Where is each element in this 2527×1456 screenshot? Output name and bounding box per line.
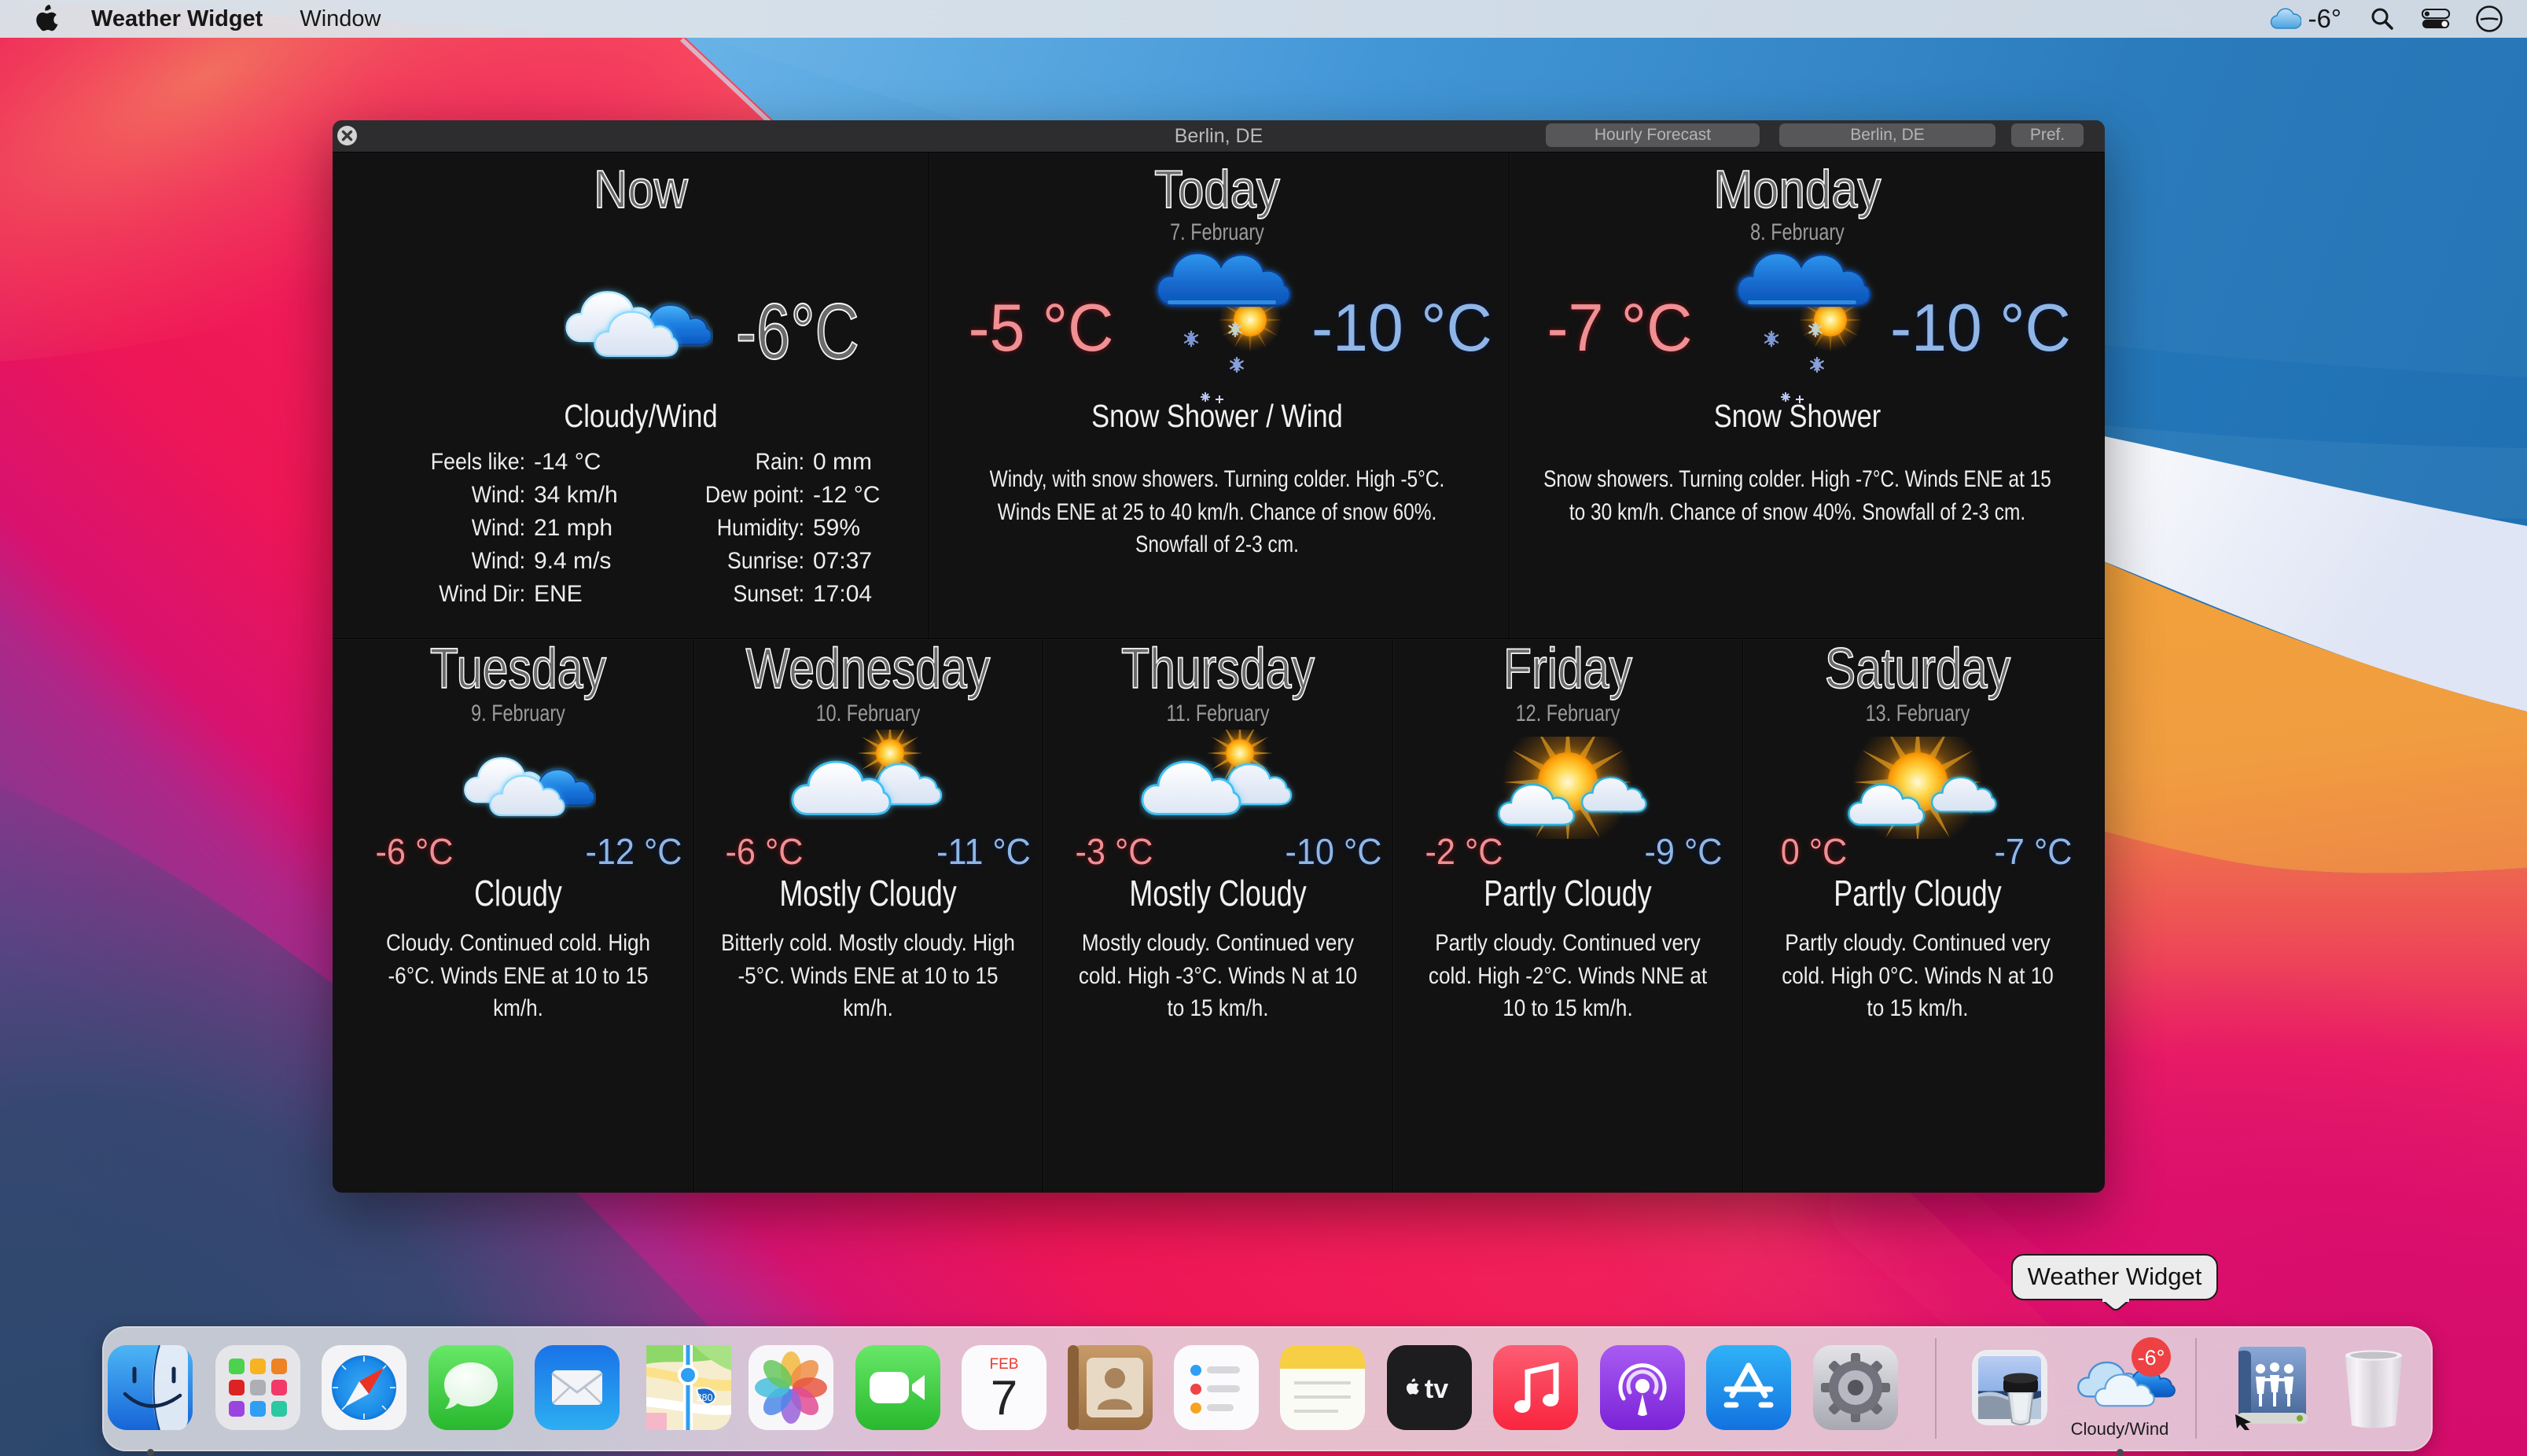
svg-text:-6°: -6°	[2138, 1346, 2165, 1370]
svg-text:280: 280	[697, 1392, 713, 1403]
svg-text:7: 7	[991, 1371, 1017, 1425]
svg-text:tv: tv	[1425, 1374, 1448, 1404]
svg-text:FEB: FEB	[990, 1356, 1019, 1373]
